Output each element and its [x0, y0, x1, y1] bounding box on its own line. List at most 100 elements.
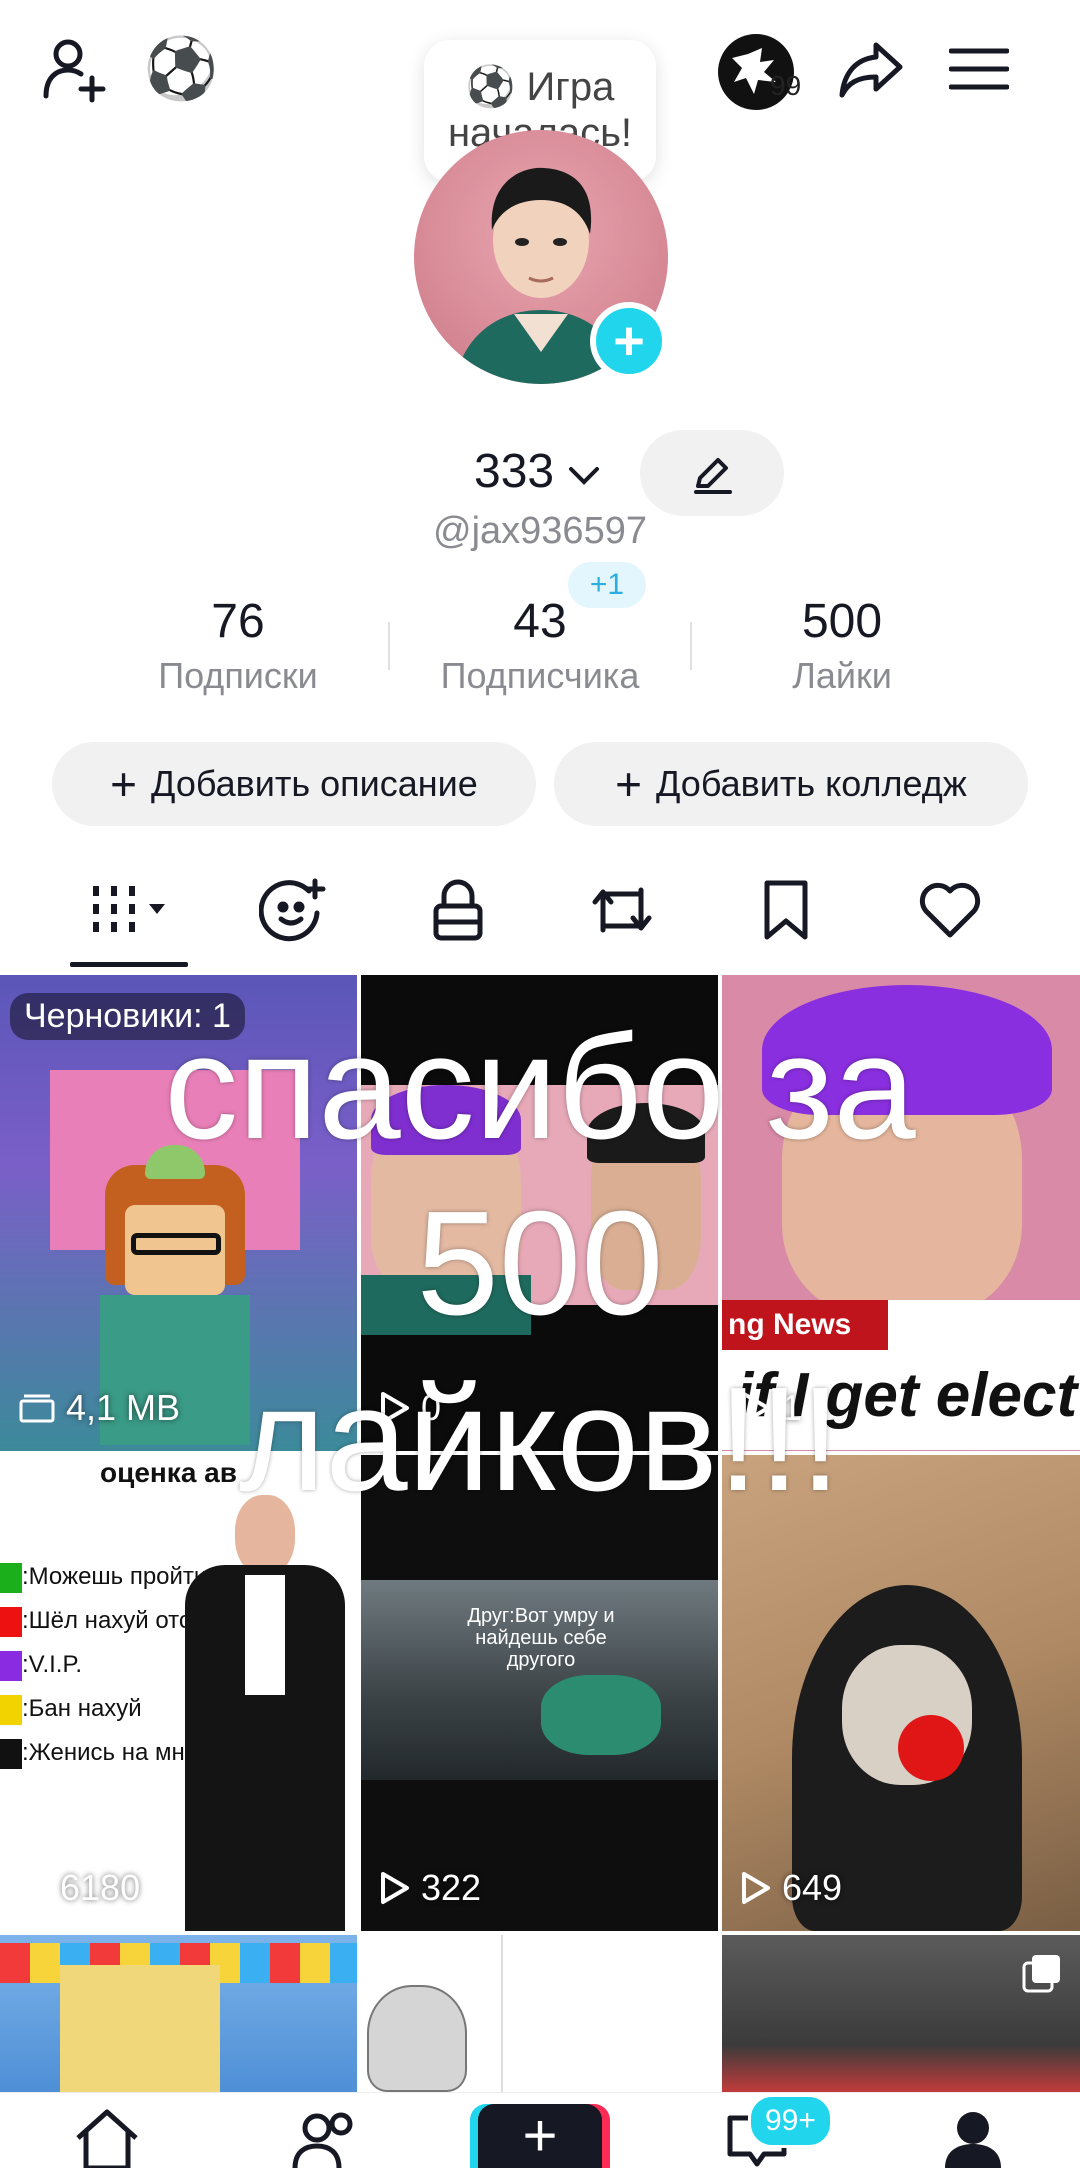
play-icon: [381, 1392, 409, 1424]
video-tile[interactable]: [0, 1935, 357, 2092]
inbox-badge: 99+: [748, 2094, 833, 2148]
bookmark-icon: [764, 880, 808, 940]
shirt-left: [361, 1275, 531, 1335]
bubble-text-line-1: Игра: [526, 65, 615, 109]
profile-icon: [945, 2112, 1001, 2168]
menu-button[interactable]: [944, 34, 1014, 104]
crying-meme-face: [367, 1985, 467, 2092]
news-label: ng News: [722, 1300, 888, 1350]
drafts-size-value: 4,1 MB: [66, 1387, 181, 1428]
soccer-ball-icon: ⚽: [465, 65, 516, 109]
repost-icon: [592, 887, 652, 933]
video-tile[interactable]: [361, 1935, 718, 2092]
nav-profile[interactable]: [928, 2104, 1018, 2168]
butler-figure: [175, 1495, 355, 1931]
view-count-value: 6180: [60, 1867, 141, 1908]
profile-name-switcher[interactable]: 333: [474, 444, 601, 499]
view-count-value: 322: [421, 1867, 482, 1908]
edit-profile-button[interactable]: [640, 430, 784, 516]
car-seat: [541, 1675, 661, 1755]
add-college-label: Добавить колледж: [656, 763, 967, 804]
rating-item: :Женись на мне: [22, 1739, 199, 1766]
profile-handle: @jax936597: [433, 510, 647, 552]
play-icon: [742, 1392, 770, 1424]
stat-following-value: 76: [211, 595, 265, 648]
add-description-button[interactable]: + Добавить описание: [52, 742, 536, 826]
soccer-ball-icon[interactable]: ⚽: [144, 34, 219, 104]
multi-photo-icon: [1022, 1955, 1060, 1993]
purple-hair: [371, 1085, 521, 1155]
add-college-button[interactable]: + Добавить колледж: [554, 742, 1028, 826]
drafts-icon: [19, 1394, 55, 1423]
view-count-value: 1: [782, 1387, 803, 1428]
video-tile[interactable]: [722, 1935, 1080, 2092]
menu-icon: [949, 48, 1009, 90]
rating-item: :Бан нахуй: [22, 1695, 142, 1722]
view-count: 1: [740, 1387, 802, 1429]
stat-likes-value: 500: [801, 595, 883, 648]
video-tile[interactable]: Друг:Вот умру и найдешь себе другого 322: [361, 1455, 718, 1931]
chevron-down-icon: [569, 467, 600, 485]
add-description-label: Добавить описание: [151, 763, 478, 804]
profile-name: 333: [474, 445, 555, 498]
tile-title: оценка ав: [100, 1457, 237, 1488]
plus-icon: +: [613, 311, 645, 371]
plus-icon: +: [615, 758, 643, 810]
plus-icon: +: [110, 758, 138, 810]
tab-avatar-stickers[interactable]: [234, 870, 354, 950]
rating-item: :V.I.P.: [22, 1651, 83, 1678]
tile-divider: [501, 1935, 503, 2092]
tab-reposts[interactable]: [562, 870, 682, 950]
share-button[interactable]: [836, 34, 906, 104]
add-story-button[interactable]: +: [590, 302, 668, 380]
stat-followers-value: 43: [513, 595, 567, 648]
play-icon: [742, 1872, 770, 1904]
purple-hair: [762, 985, 1052, 1115]
add-friend-button[interactable]: [40, 34, 110, 104]
tab-private[interactable]: [398, 870, 518, 950]
heart-icon: [919, 882, 981, 938]
building: [60, 1965, 220, 2092]
view-count-value: 649: [782, 1867, 843, 1908]
view-count: 6180: [18, 1867, 140, 1909]
lock-icon: [433, 879, 483, 941]
active-tab-indicator: [70, 962, 188, 967]
video-tile[interactable]: оценка ав :Можешь пройти :Шёл нахуй отсю…: [0, 1455, 357, 1931]
create-button[interactable]: +: [478, 2104, 602, 2168]
nav-home[interactable]: [62, 2104, 152, 2168]
drafts-size: 4,1 MB: [18, 1387, 180, 1429]
view-count: 322: [379, 1867, 481, 1909]
friends-icon: [292, 2112, 353, 2168]
stat-followers-label: Подписчика: [440, 655, 640, 696]
tab-favorites[interactable]: [726, 870, 846, 950]
plus-icon: +: [522, 2102, 558, 2169]
drafts-badge: Черновики: 1: [10, 993, 245, 1040]
stat-following[interactable]: 76 Подписки: [88, 594, 388, 697]
video-caption: Друг:Вот умру и найдешь себе другого: [467, 1605, 615, 1671]
tab-videos[interactable]: [70, 870, 190, 950]
video-tile[interactable]: 0: [361, 975, 718, 1451]
add-friend-icon: [43, 39, 106, 103]
clown-nose: [898, 1715, 964, 1781]
video-tile[interactable]: 649: [722, 1455, 1080, 1931]
view-count-value: 0: [421, 1387, 442, 1428]
home-icon: [76, 2109, 138, 2168]
stat-followers[interactable]: 43 Подписчика: [390, 594, 690, 697]
view-count: 0: [379, 1387, 441, 1429]
nav-friends[interactable]: [280, 2104, 370, 2168]
stat-following-label: Подписки: [158, 655, 318, 696]
view-count: 649: [740, 1867, 842, 1909]
notifications-count: 99: [770, 70, 802, 101]
play-icon: [381, 1872, 409, 1904]
hair-right: [587, 1103, 705, 1163]
play-icon: [20, 1872, 48, 1904]
video-tile[interactable]: ng News if I get elect 1: [722, 975, 1080, 1451]
tab-liked[interactable]: [890, 870, 1010, 950]
smile-icon: [259, 878, 326, 942]
drafts-tile[interactable]: Черновики: 1 4,1 MB: [0, 975, 357, 1451]
grid-icon: [93, 886, 165, 932]
stat-likes[interactable]: 500 Лайки: [692, 594, 992, 697]
share-icon: [839, 42, 903, 98]
edit-icon: [694, 458, 732, 494]
stat-likes-label: Лайки: [792, 655, 892, 696]
